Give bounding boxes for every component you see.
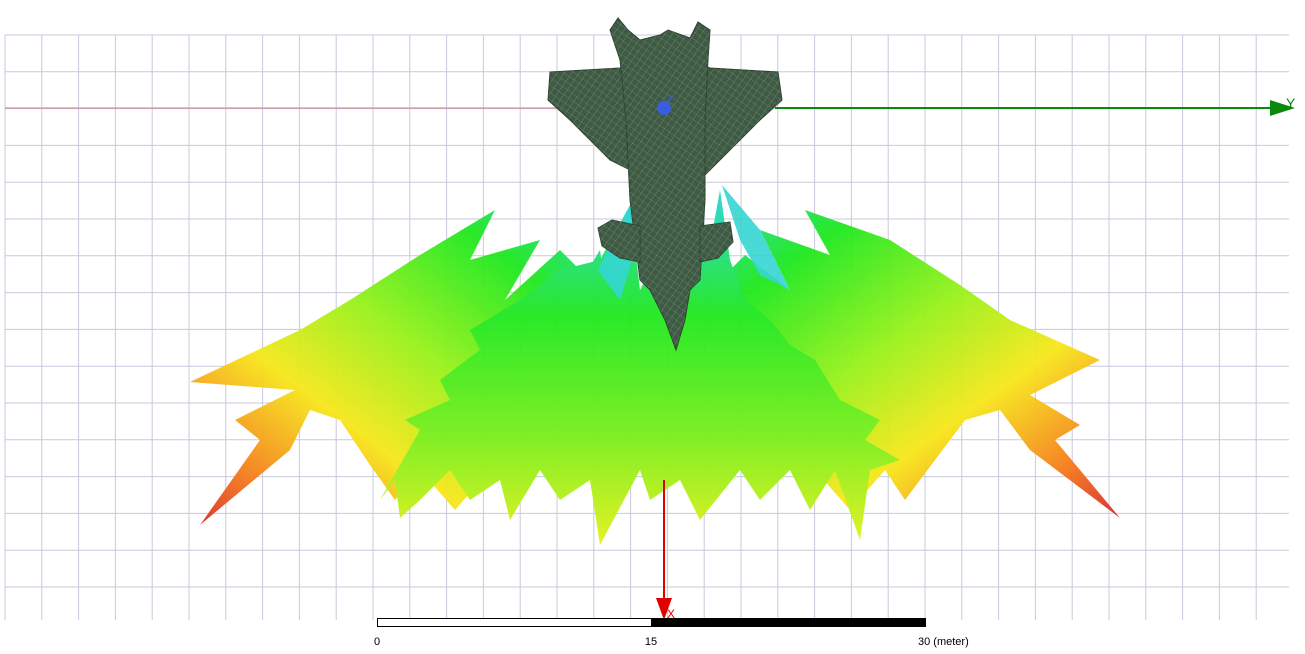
y-axis-label: Y bbox=[1286, 95, 1296, 111]
3d-viewport[interactable]: Y Z X bbox=[0, 0, 1305, 654]
z-axis-label: Z bbox=[666, 93, 673, 107]
x-axis-label: X bbox=[667, 607, 675, 621]
